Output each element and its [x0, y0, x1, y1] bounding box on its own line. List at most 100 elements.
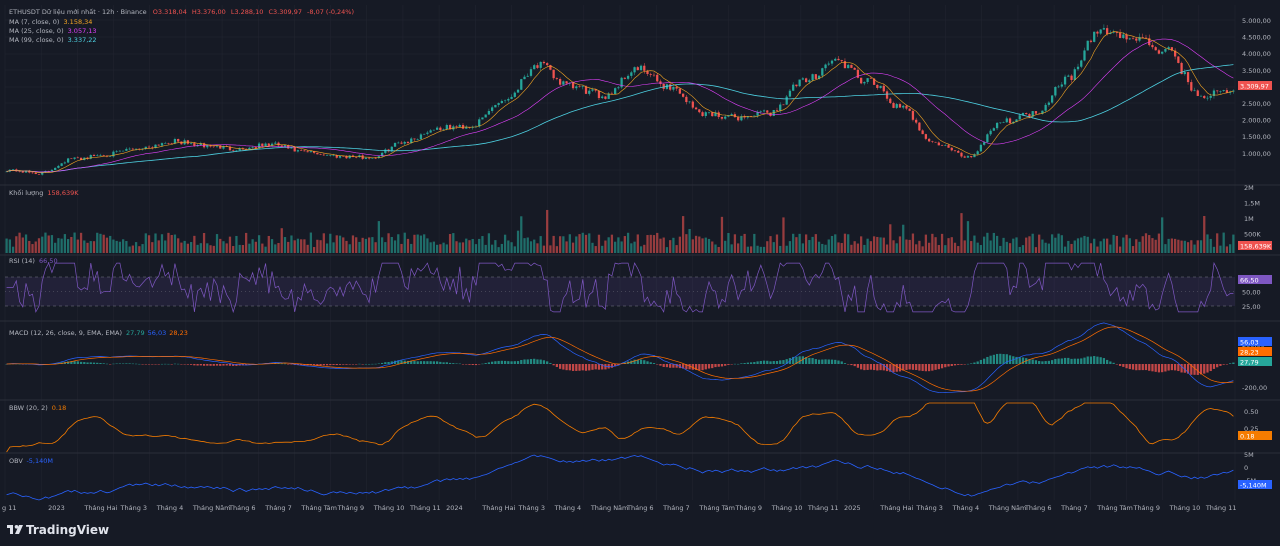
bbw-legend[interactable]: BBW (20, 2) 0.18	[9, 404, 66, 412]
macd-hist-bar	[193, 364, 196, 366]
macd-hist-bar	[384, 362, 387, 364]
volume-bar	[798, 233, 801, 253]
volume-bar	[552, 235, 555, 253]
macd-hist-bar	[416, 361, 419, 364]
macd-hist-bar	[196, 364, 199, 366]
candle-body	[1199, 95, 1203, 97]
volume-bar	[316, 239, 319, 253]
volume-bar	[1154, 239, 1157, 253]
volume-bar	[309, 232, 313, 253]
candle-body	[737, 117, 740, 121]
candle-body	[212, 146, 215, 148]
volume-bar	[992, 232, 995, 253]
volume-bar	[102, 234, 105, 253]
volume-bar	[322, 233, 325, 253]
macd-hist-bar	[1125, 364, 1128, 369]
candle-body	[1018, 115, 1021, 120]
volume-bar	[338, 235, 342, 253]
ma7-legend[interactable]: MA (7, close, 0) 3.158,34	[9, 18, 92, 26]
time-tick: Tháng 11	[1205, 504, 1237, 512]
candle-body	[60, 163, 63, 166]
volume-bar	[989, 240, 992, 253]
trading-chart[interactable]: ETHUSDT Dữ liệu mới nhất · 12h · Binance…	[0, 0, 1280, 546]
candle-body	[128, 148, 131, 150]
volume-bar	[688, 228, 691, 253]
candle-body	[591, 89, 594, 91]
macd-hist-bar	[1203, 364, 1206, 374]
candle-body	[131, 148, 134, 150]
candle-body	[694, 107, 698, 110]
candle-body	[1154, 47, 1157, 51]
candle-body	[837, 58, 840, 61]
macd-hist-bar	[714, 364, 717, 368]
volume-badge: 158,639K	[1240, 243, 1272, 251]
candle-body	[617, 87, 620, 89]
volume-bar	[1099, 241, 1102, 253]
macd-hist-bar	[426, 361, 429, 364]
volume-bar	[225, 243, 228, 253]
macd-hist-bar	[160, 363, 164, 365]
macd-hist-bar	[1161, 364, 1164, 373]
ma99-legend[interactable]: MA (99, close, 0) 3.337,22	[9, 36, 97, 44]
volume-bar	[860, 236, 863, 253]
volume-bar	[481, 236, 484, 253]
candle-body	[927, 138, 931, 142]
ma25-legend[interactable]: MA (25, close, 0) 3.057,13	[9, 27, 97, 35]
macd-hist-bar	[157, 364, 160, 365]
candle-body	[995, 122, 999, 129]
macd-hist-bar	[1141, 364, 1144, 371]
macd-hist-bar	[125, 363, 128, 364]
volume-bar	[1021, 245, 1025, 253]
time-tick: Tháng 9	[1132, 504, 1160, 512]
obv-legend[interactable]: OBV -5,140M	[9, 457, 53, 465]
volume-bar	[766, 241, 769, 253]
obv-tick: 0	[1244, 464, 1248, 472]
volume-bar	[743, 233, 746, 253]
candle-body	[1138, 37, 1141, 41]
volume-bar	[11, 246, 15, 253]
candle-body	[21, 171, 24, 173]
candle-body	[115, 151, 118, 152]
candle-body	[1060, 84, 1063, 87]
volume-bar	[144, 233, 147, 253]
time-tick: Tháng Tám	[698, 504, 735, 512]
candle-body	[691, 101, 694, 108]
volume-bar	[423, 234, 426, 253]
candle-body	[102, 155, 105, 156]
candle-body	[623, 77, 626, 79]
volume-bar	[931, 233, 934, 253]
volume-bar	[1031, 233, 1034, 253]
macd-hist-bar	[779, 360, 782, 364]
volume-bar	[99, 233, 102, 253]
macd-hist-bar	[471, 364, 474, 365]
macd-legend[interactable]: MACD (12, 26, close, 9, EMA, EMA) 27,79 56…	[9, 329, 188, 337]
macd-tick: -200,00	[1242, 384, 1267, 392]
macd-hist-bar	[112, 363, 115, 365]
candle-body	[1183, 72, 1186, 75]
candle-body	[766, 110, 769, 113]
macd-hist-bar	[529, 359, 533, 364]
volume-bar	[329, 233, 332, 253]
candle-body	[970, 156, 973, 158]
candle-body	[1125, 34, 1128, 40]
candle-body	[397, 142, 400, 144]
macd-badge-hist: 27,79	[1240, 359, 1259, 367]
volume-bar	[270, 239, 274, 253]
volume-bar	[63, 234, 67, 253]
candle-body	[57, 165, 60, 168]
candle-body	[1008, 118, 1012, 124]
volume-bar	[578, 234, 581, 253]
volume-bar	[1080, 237, 1083, 253]
volume-bar	[669, 240, 672, 253]
macd-hist-bar	[533, 358, 536, 364]
macd-hist-bar	[361, 364, 364, 365]
macd-hist-bar	[329, 364, 332, 366]
rsi-legend[interactable]: RSI (14) 66,50	[9, 257, 58, 265]
volume-bar	[804, 234, 808, 253]
volume-bar	[940, 233, 944, 253]
volume-bar	[141, 244, 144, 253]
candle-body	[669, 84, 672, 90]
volume-bar	[335, 235, 338, 253]
candle-body	[701, 112, 704, 117]
candle-body	[905, 105, 908, 109]
